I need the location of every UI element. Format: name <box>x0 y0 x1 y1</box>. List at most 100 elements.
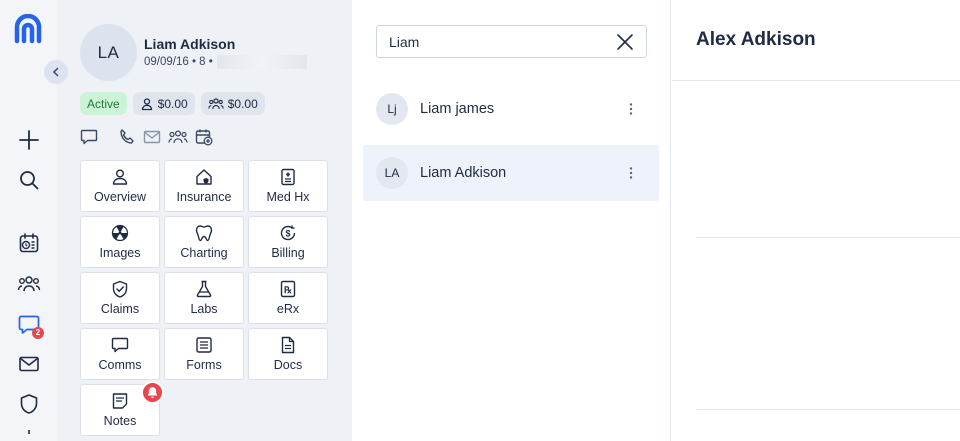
patients-button[interactable] <box>15 270 43 298</box>
result-menu-button[interactable] <box>621 99 641 119</box>
phone-icon <box>120 129 134 144</box>
conversation-title: Alex Adkison <box>672 0 960 81</box>
search-button[interactable] <box>15 166 43 194</box>
schedule-button[interactable] <box>15 229 43 257</box>
user-icon <box>112 169 128 185</box>
family-balance: $0.00 <box>227 96 258 111</box>
search-result[interactable]: Lj Liam james <box>363 81 659 137</box>
tile-billing[interactable]: $ Billing <box>248 216 328 268</box>
patient-nav-tiles: Overview Insurance Med Hx Images Chartin… <box>80 160 328 436</box>
tile-label: Billing <box>271 246 305 260</box>
forms-icon <box>196 337 212 353</box>
tile-charting[interactable]: Charting <box>164 216 244 268</box>
notes-alert-badge[interactable] <box>141 381 164 404</box>
patient-dob-age: 09/09/16 • 8 • <box>144 56 213 68</box>
chat-icon <box>80 129 98 145</box>
patient-balance-chip[interactable]: $0.00 <box>132 92 195 115</box>
tile-labs[interactable]: Labs <box>164 272 244 324</box>
tile-label: Insurance <box>176 190 232 204</box>
chat-icon <box>111 337 129 353</box>
shield-check-icon <box>112 280 128 298</box>
tile-label: Images <box>99 246 141 260</box>
calendar-add-icon <box>195 129 213 146</box>
tile-label: Med Hx <box>266 190 310 204</box>
tile-label: Labs <box>190 302 218 316</box>
add-button[interactable] <box>15 126 43 154</box>
tile-docs[interactable]: Docs <box>248 328 328 380</box>
tile-label: Docs <box>273 358 303 372</box>
redacted-field <box>216 55 307 69</box>
add-icon <box>19 130 39 150</box>
clear-search-button[interactable] <box>614 31 636 53</box>
chevron-left-icon <box>52 67 59 77</box>
message-patient-button[interactable] <box>80 128 98 146</box>
patient-name[interactable]: Liam Adkison <box>144 36 235 52</box>
patient-avatar: LA <box>80 24 137 81</box>
tile-label: Claims <box>100 302 140 316</box>
result-name: Liam james <box>420 101 495 117</box>
radiation-icon <box>111 224 129 242</box>
tool-icon <box>28 430 30 434</box>
mail-icon <box>19 356 39 372</box>
patient-balance: $0.00 <box>157 96 188 111</box>
divider <box>696 409 960 410</box>
result-avatar: LA <box>376 157 408 189</box>
tile-label: eRx <box>276 302 300 316</box>
more-nav-button[interactable] <box>15 430 43 441</box>
patient-meta: 09/09/16 • 8 • <box>144 55 307 69</box>
tile-insurance[interactable]: Insurance <box>164 160 244 212</box>
tile-comms[interactable]: Comms <box>80 328 160 380</box>
tile-claims[interactable]: Claims <box>80 272 160 324</box>
mail-button[interactable] <box>15 350 43 378</box>
svg-text:℞: ℞ <box>284 285 292 295</box>
tile-label: Notes <box>103 414 137 428</box>
status-badge: Active <box>80 92 127 115</box>
patients-icon <box>17 276 41 292</box>
tile-overview[interactable]: Overview <box>80 160 160 212</box>
search-input[interactable] <box>389 33 614 50</box>
collapse-sidebar-button[interactable] <box>44 60 68 84</box>
conversation-panel: Alex Adkison <box>672 0 960 441</box>
search-box <box>376 25 647 58</box>
flask-icon <box>196 280 212 298</box>
family-icon <box>207 97 224 109</box>
more-vertical-icon <box>629 103 633 115</box>
call-patient-button[interactable] <box>118 128 136 146</box>
person-icon <box>141 97 152 110</box>
result-name: Liam Adkison <box>420 165 507 181</box>
med-history-icon <box>281 168 295 186</box>
search-result-selected[interactable]: LA Liam Adkison <box>363 145 659 201</box>
family-balance-chip[interactable]: $0.00 <box>200 92 265 115</box>
logo-icon <box>14 14 42 44</box>
svg-text:$: $ <box>285 229 290 239</box>
shield-icon <box>20 394 38 414</box>
tile-notes[interactable]: Notes <box>80 381 164 436</box>
tooth-icon <box>195 225 213 242</box>
document-icon <box>281 336 295 354</box>
rx-icon: ℞ <box>280 280 296 298</box>
divider <box>696 237 960 238</box>
close-icon <box>617 33 633 50</box>
tile-forms[interactable]: Forms <box>164 328 244 380</box>
add-appointment-button[interactable] <box>195 128 213 146</box>
result-menu-button[interactable] <box>621 163 641 183</box>
result-avatar: Lj <box>376 93 408 125</box>
search-icon <box>20 171 39 190</box>
tile-label: Forms <box>186 358 222 372</box>
tile-erx[interactable]: ℞ eRx <box>248 272 328 324</box>
billing-icon: $ <box>280 225 296 241</box>
family-button[interactable] <box>168 128 188 146</box>
patient-chips: Active $0.00 $0.00 <box>80 92 265 115</box>
family-icon <box>168 130 188 144</box>
tile-label: Overview <box>93 190 147 204</box>
contact-actions <box>80 128 213 146</box>
tile-med-hx[interactable]: Med Hx <box>248 160 328 212</box>
messages-badge: 2 <box>32 327 44 339</box>
more-vertical-icon <box>629 167 633 179</box>
shield-button[interactable] <box>15 390 43 418</box>
email-patient-button[interactable] <box>143 128 161 146</box>
tile-label: Comms <box>98 358 142 372</box>
tile-images[interactable]: Images <box>80 216 160 268</box>
tile-label: Charting <box>180 246 228 260</box>
app-logo[interactable] <box>13 14 43 44</box>
